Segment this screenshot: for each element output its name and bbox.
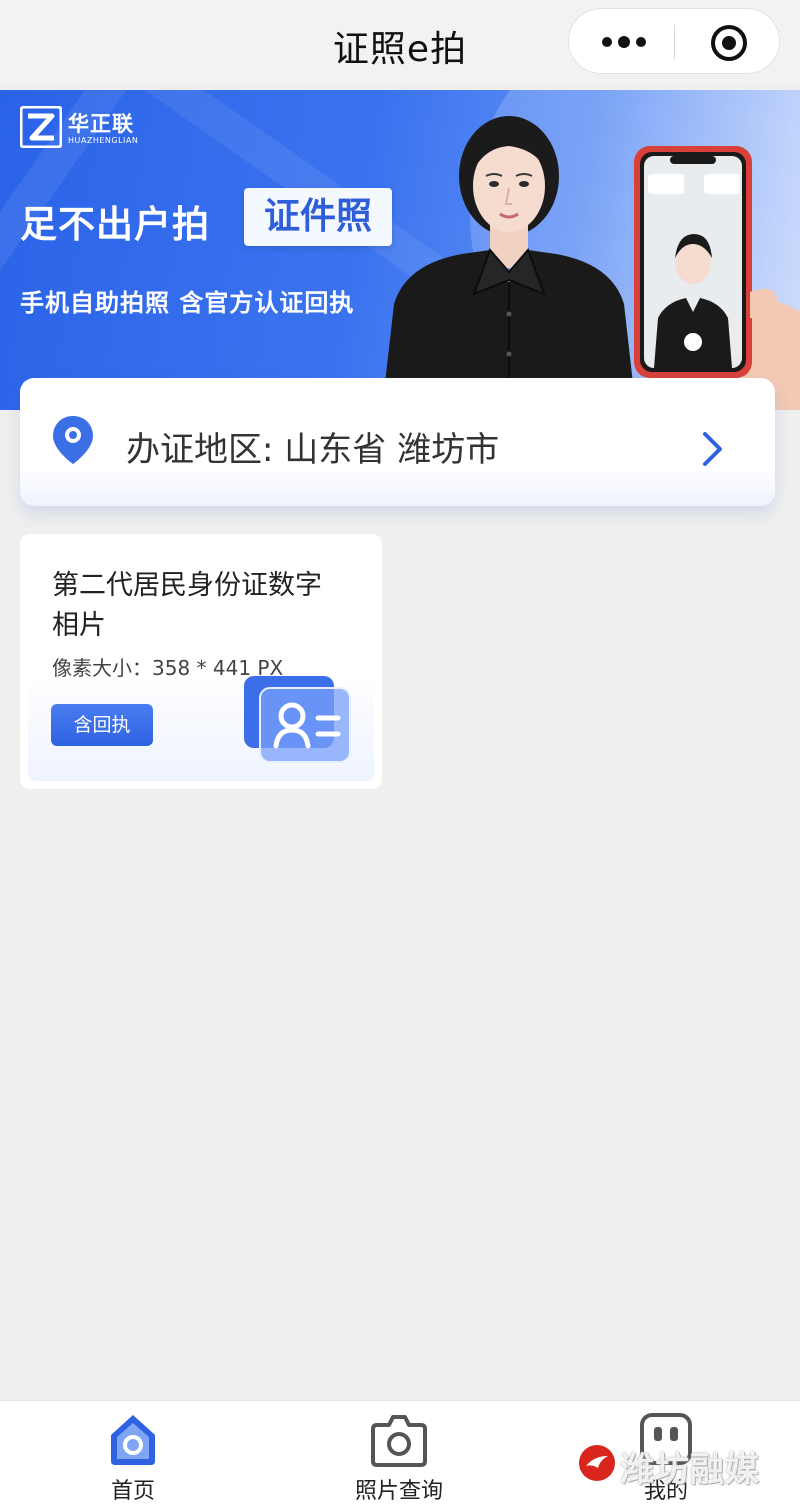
banner-slogan: 足不出户拍 — [20, 203, 210, 246]
region-label: 办证地区: 山东省 潍坊市 — [126, 430, 500, 470]
product-name: 第二代居民身份证数字相片 — [52, 570, 322, 641]
product-card-id-photo[interactable]: 第二代居民身份证数字相片 像素大小：358 * 441 PX 含回执 — [20, 534, 382, 789]
phone-preview-image — [634, 146, 800, 410]
brand-name: 华正联 — [68, 112, 134, 136]
watermark: 潍坊融媒 — [578, 1442, 778, 1490]
watermark-text: 潍坊融媒 — [620, 1450, 760, 1490]
capsule-divider — [674, 25, 675, 59]
id-card-icon — [244, 676, 351, 763]
banner-slogan-tag: 证件照 — [244, 188, 392, 246]
navigation-bar: 证照e拍 — [0, 0, 800, 86]
tab-photo-query-label: 照片查询 — [354, 1479, 443, 1504]
camera-icon — [371, 1415, 427, 1467]
miniprogram-capsule — [568, 8, 780, 74]
watermark-logo-icon — [579, 1445, 615, 1481]
location-pin-icon — [53, 416, 93, 464]
logo-icon — [20, 106, 62, 148]
home-icon — [111, 1415, 155, 1465]
banner-subtitle: 手机自助拍照 含官方认证回执 — [20, 289, 355, 317]
close-miniprogram-icon[interactable] — [709, 23, 749, 63]
tab-home[interactable]: 首页 — [43, 1401, 223, 1508]
brand-name-en: HUAZHENGLIAN — [68, 136, 139, 145]
region-selector[interactable]: 办证地区: 山东省 潍坊市 — [20, 378, 775, 506]
tab-home-label: 首页 — [110, 1479, 155, 1504]
promo-banner[interactable]: 华正联 HUAZHENGLIAN 足不出户拍 证件照 手机自助拍照 含官方认证回… — [0, 90, 800, 410]
tab-photo-query[interactable]: 照片查询 — [309, 1401, 489, 1508]
chevron-right-icon — [703, 432, 722, 466]
receipt-badge-button[interactable]: 含回执 — [51, 704, 153, 746]
more-options-icon[interactable] — [599, 27, 649, 57]
